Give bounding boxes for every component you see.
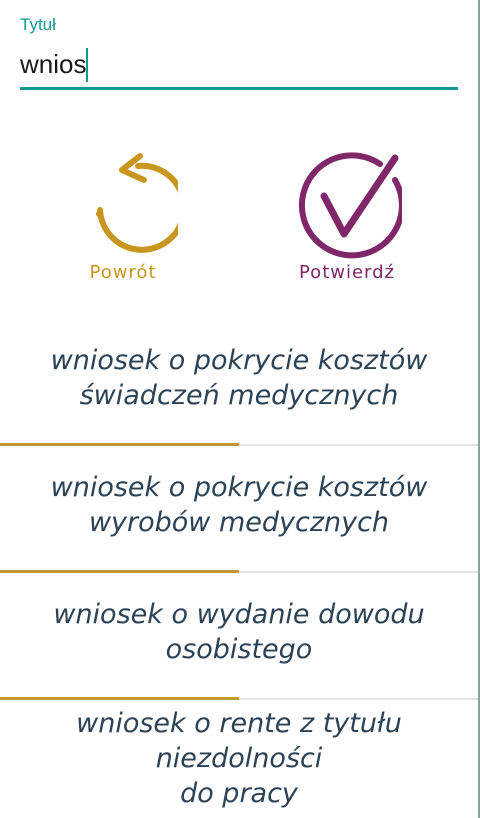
text-cursor [86,48,89,82]
check-circle-icon [298,152,402,259]
confirm-button-label: Potwierdź [298,262,396,283]
back-button-label: Powrót [89,262,157,283]
list-item-line2: do pracy [180,778,298,809]
title-input[interactable]: wnios [20,46,458,90]
list-item[interactable]: wniosek o pokrycie kosztów świadczeń med… [0,319,478,446]
list-item[interactable]: wniosek o rente z tytułu niezdolności do… [0,700,478,818]
list-item-line2: wyrobów medycznych [88,506,390,538]
list-item-text: wniosek o wydanie dowodu osobistego [51,597,426,667]
title-field-label: Tytuł [20,15,56,34]
list-item-line1: wniosek o rente z tytułu niezdolności [76,708,402,774]
list-item-text: wniosek o rente z tytułu niezdolności do… [0,706,478,811]
title-field[interactable]: Tytuł wnios [20,14,458,90]
list-item-line1: wniosek o wydanie dowodu [53,598,425,630]
back-button[interactable]: Powrót [48,150,198,283]
confirm-button[interactable]: Potwierdź [272,150,422,283]
title-input-value[interactable]: wnios [20,46,86,82]
list-item-line2: osobistego [165,633,313,665]
list-item-line1: wniosek o pokrycie kosztów [50,471,428,503]
undo-arrow-icon [96,153,178,253]
list-item-text: wniosek o pokrycie kosztów wyrobów medyc… [49,470,430,540]
list-item-text: wniosek o pokrycie kosztów świadczeń med… [49,343,430,413]
list-item[interactable]: wniosek o wydanie dowodu osobistego [0,573,478,700]
list-item-line1: wniosek o pokrycie kosztów [50,344,428,376]
screen: Tytuł wnios Powrót Potwierdź wniosek o p… [0,0,480,818]
list-item-line2: świadczeń medycznych [79,379,399,411]
results-list: wniosek o pokrycie kosztów świadczeń med… [0,319,478,818]
list-item[interactable]: wniosek o pokrycie kosztów wyrobów medyc… [0,446,478,573]
